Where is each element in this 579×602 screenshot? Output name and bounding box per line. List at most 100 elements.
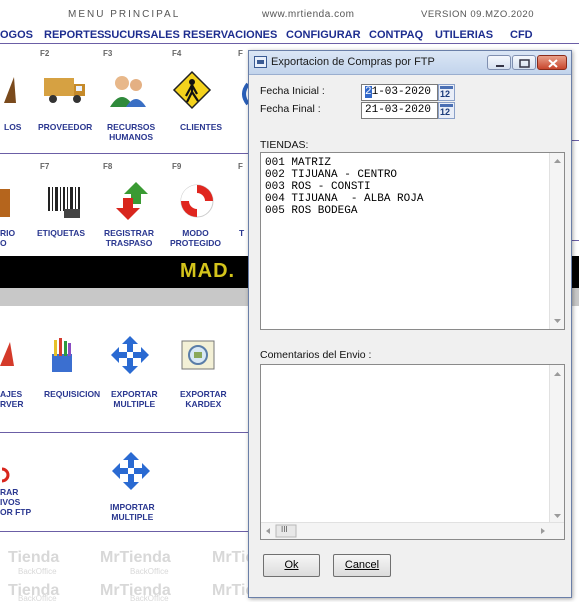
tile-requisicion-label[interactable]: REQUISICION [44, 389, 100, 399]
menu-sucursales[interactable]: SUCURSALES [104, 29, 180, 41]
tile-exportar-kardex-label[interactable]: EXPORTAR KARDEX [180, 389, 227, 409]
header-site: www.mrtienda.com [262, 9, 355, 20]
watermark-text: MrTienda [212, 582, 248, 599]
calendar-icon-label: 12 [440, 89, 451, 99]
row-separator [0, 432, 248, 433]
hscroll-arrows-icon [266, 524, 545, 538]
tienda-item[interactable]: 004 TIJUANA - ALBA ROJA [265, 193, 423, 205]
tile-importar-multiple-label[interactable]: IMPORTAR MULTIPLE [110, 502, 155, 522]
menu-configurar[interactable]: CONFIGURAR [286, 29, 361, 41]
tile-articulos-label[interactable]: LOS [4, 122, 21, 132]
banner-text: MAD. [180, 260, 236, 282]
tile-registrar-traspaso-label[interactable]: REGISTRAR TRASPASO [104, 228, 154, 248]
mensajes-icon[interactable] [0, 340, 16, 370]
minimize-button[interactable] [487, 55, 511, 70]
fecha-inicial-rest: 1-03-2020 [371, 86, 432, 98]
tile-proveedor-label[interactable]: PROVEEDOR [38, 122, 92, 132]
fkey-f8: F8 [103, 162, 113, 171]
lifebuoy-icon[interactable] [178, 182, 216, 220]
comentarios-vscrollbar[interactable] [549, 365, 564, 522]
watermark-text: Tienda [8, 549, 60, 566]
fkey-f7: F7 [40, 162, 50, 171]
fecha-inicial-selected: 2 [365, 86, 372, 98]
fecha-final-calendar-button[interactable]: 12 [438, 102, 455, 119]
header-title: MENU PRINCIPAL [68, 9, 181, 20]
barcode-icon[interactable] [46, 185, 82, 219]
watermark-sub: BackOffice [130, 567, 169, 576]
right-edge-line [572, 240, 579, 241]
close-button[interactable] [537, 55, 567, 70]
export-ftp-dialog: Exportacion de Compras por FTP Fecha Ini… [248, 50, 572, 598]
fecha-inicial-field[interactable]: 21-03-2020 [361, 84, 438, 101]
articulos-icon[interactable] [0, 73, 18, 107]
scroll-arrows-icon [554, 372, 561, 518]
cancel-button-label: Cancel [344, 559, 380, 571]
import-multiple-icon[interactable] [110, 450, 152, 492]
tienda-item[interactable]: 005 ROS BODEGA [265, 205, 357, 217]
tile-modo-protegido-label[interactable]: MODO PROTEGIDO [170, 228, 221, 248]
clients-icon[interactable] [172, 70, 212, 110]
tile-clientes-label[interactable]: CLIENTES [180, 122, 222, 132]
tile-etiquetas-label[interactable]: ETIQUETAS [37, 228, 85, 238]
inventario-icon[interactable] [0, 185, 14, 219]
users-icon[interactable] [108, 73, 148, 109]
watermark-sub: BackOffice [18, 594, 57, 602]
tile-exportar-multiple-label[interactable]: EXPORTAR MULTIPLE [111, 389, 158, 409]
header-version: VERSION 09.MZO.2020 [421, 9, 534, 20]
comentarios-hscrollbar[interactable]: III [261, 522, 564, 539]
screen: MENU PRINCIPAL www.mrtienda.com VERSION … [0, 0, 579, 602]
tiendas-label: TIENDAS: [260, 139, 309, 151]
tienda-item[interactable]: 001 MATRIZ [265, 157, 331, 169]
main-menu-bar: OGOS REPORTES SUCURSALES RESERVACIONES C… [0, 27, 579, 44]
fecha-inicial-calendar-button[interactable]: 12 [438, 84, 455, 101]
maximize-icon [519, 59, 530, 68]
fkey-f4: F4 [172, 49, 182, 58]
dialog-title: Exportacion de Compras por FTP [271, 56, 435, 68]
hscroll-thumb-grip[interactable]: III [281, 525, 288, 534]
watermark-sub: BackOffice [18, 567, 57, 576]
pencils-icon[interactable] [48, 336, 76, 374]
maximize-button[interactable] [512, 55, 536, 70]
right-edge-line [572, 140, 579, 141]
comentarios-textarea[interactable]: III [260, 364, 565, 540]
fecha-final-label: Fecha Final : [260, 103, 321, 115]
menu-catalogos[interactable]: OGOS [0, 29, 33, 41]
minimize-icon [496, 65, 504, 67]
dialog-titlebar[interactable]: Exportacion de Compras por FTP [249, 51, 571, 75]
kardex-icon[interactable] [180, 337, 216, 373]
tiendas-vscrollbar[interactable] [549, 153, 564, 329]
tile-partial-label[interactable]: T [239, 228, 244, 238]
watermark-text: MrTienda [212, 549, 248, 566]
window-app-icon [254, 56, 267, 68]
tienda-item[interactable]: 002 TIJUANA - CENTRO [265, 169, 397, 181]
fkey-f5: F [238, 49, 243, 58]
tiendas-listbox[interactable]: 001 MATRIZ 002 TIJUANA - CENTRO 003 ROS … [260, 152, 565, 330]
close-icon [548, 59, 558, 68]
truck-icon[interactable] [43, 74, 87, 106]
importar-ftp-icon[interactable] [0, 466, 12, 484]
menu-reportes[interactable]: REPORTES [44, 29, 105, 41]
ok-button[interactable]: Ok [263, 554, 320, 577]
fkey-f3: F3 [103, 49, 113, 58]
tile-importar-ftp-label[interactable]: RAR IVOS OR FTP [0, 487, 31, 517]
calendar-icon-label: 12 [440, 107, 451, 117]
tile-inventario-label[interactable]: RIO O [0, 228, 15, 248]
tile-mensajes-label[interactable]: AJES RVER [0, 389, 23, 409]
menu-contpaq[interactable]: CONTPAQ [369, 29, 423, 41]
export-multiple-icon[interactable] [109, 334, 151, 376]
scroll-arrows-icon [554, 159, 561, 323]
watermark-text: MrTienda [100, 549, 171, 566]
watermark-sub: BackOffice [130, 594, 169, 602]
menu-reservaciones[interactable]: RESERVACIONES [183, 29, 277, 41]
row-separator [0, 531, 248, 532]
menu-utilerias[interactable]: UTILERIAS [435, 29, 493, 41]
cancel-button[interactable]: Cancel [333, 554, 391, 577]
app-header: MENU PRINCIPAL www.mrtienda.com VERSION … [0, 0, 579, 28]
fecha-inicial-label: Fecha Inicial : [260, 85, 325, 97]
menu-cfd[interactable]: CFD [510, 29, 533, 41]
tienda-item[interactable]: 003 ROS - CONSTI [265, 181, 371, 193]
fecha-final-field[interactable]: 21-03-2020 [361, 102, 438, 119]
tile-recursos-humanos-label[interactable]: RECURSOS HUMANOS [107, 122, 155, 142]
comentarios-label: Comentarios del Envio : [260, 349, 372, 361]
transfer-arrows-icon[interactable] [112, 180, 152, 222]
